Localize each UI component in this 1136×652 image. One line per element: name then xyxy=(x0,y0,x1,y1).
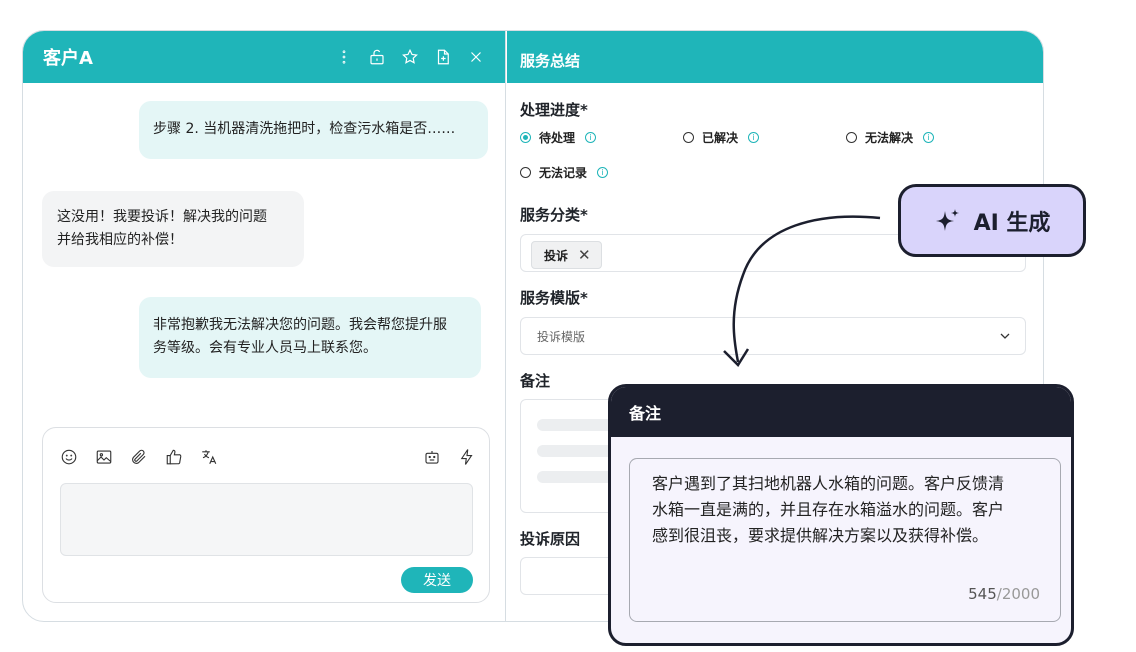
message-text-line: 非常抱歉我无法解决您的问题。我会帮您提升服 xyxy=(153,317,447,333)
note-text-line: 感到很沮丧，要求提供解决方案以及获得补偿。 xyxy=(652,526,989,545)
radio-label: 无法解决 xyxy=(865,131,914,145)
radio-label: 无法记录 xyxy=(539,166,588,180)
complaint-reason-label: 投诉原因 xyxy=(520,530,581,548)
char-max: /2000 xyxy=(996,585,1040,603)
progress-option-unrecordable[interactable]: 无法记录 i xyxy=(520,164,609,181)
notes-popup-title: 备注 xyxy=(611,387,1071,437)
info-icon[interactable]: i xyxy=(923,132,935,143)
customer-message: 这没用！我要投诉！解决我的问题 并给我相应的补偿！ xyxy=(42,191,304,267)
radio-unselected[interactable] xyxy=(846,132,857,143)
radio-unselected[interactable] xyxy=(683,132,694,143)
note-text-line: 水箱一直是满的，并且存在水箱溢水的问题。客户 xyxy=(652,500,1005,519)
send-button[interactable]: 发送 xyxy=(401,567,473,593)
agent-message-2: 非常抱歉我无法解决您的问题。我会帮您提升服 务等级。会有专业人员马上联系您。 xyxy=(139,297,481,378)
emoji-icon[interactable] xyxy=(58,446,80,468)
message-input[interactable] xyxy=(60,483,473,556)
template-select[interactable]: 投诉模版 xyxy=(520,317,1026,355)
progress-option-unresolvable[interactable]: 无法解决 i xyxy=(846,129,935,146)
radio-unselected[interactable] xyxy=(520,167,531,178)
message-text-line: 务等级。会有专业人员马上联系您。 xyxy=(153,340,377,356)
info-icon[interactable]: i xyxy=(585,132,597,143)
info-icon[interactable]: i xyxy=(748,132,760,143)
file-add-icon[interactable] xyxy=(432,46,454,68)
message-text-line: 并给我相应的补偿！ xyxy=(57,232,183,248)
close-icon[interactable] xyxy=(465,46,487,68)
info-icon[interactable]: i xyxy=(597,167,609,178)
thumbs-up-icon[interactable] xyxy=(163,446,185,468)
progress-option-resolved[interactable]: 已解决 i xyxy=(683,129,760,146)
chat-title: 客户A xyxy=(43,48,93,69)
sparkle-icon xyxy=(935,208,959,231)
notes-textarea[interactable]: 客户遇到了其扫地机器人水箱的问题。客户反馈清 水箱一直是满的，并且存在水箱溢水的… xyxy=(629,458,1061,622)
ai-button-label: AI 生成 xyxy=(973,210,1051,236)
category-label: 服务分类* xyxy=(520,206,588,224)
character-counter: 545/2000 xyxy=(968,581,1040,607)
message-text: 步骤 2. 当机器清洗拖把时，检查污水箱是否…… xyxy=(153,121,456,137)
more-vertical-icon[interactable] xyxy=(333,46,355,68)
chevron-down-icon xyxy=(1000,333,1010,339)
chat-panel: 客户A 步骤 2. 当机器清洗拖把时，检查污水箱是否…… 这没用！我要投诉！解决… xyxy=(23,31,506,621)
radio-selected[interactable] xyxy=(520,132,531,143)
notes-popup-card: 备注 客户遇到了其扫地机器人水箱的问题。客户反馈清 水箱一直是满的，并且存在水箱… xyxy=(608,384,1074,646)
progress-option-pending[interactable]: 待处理 i xyxy=(520,129,597,146)
translate-icon[interactable] xyxy=(198,446,220,468)
message-text-line: 这没用！我要投诉！解决我的问题 xyxy=(57,209,267,225)
tag-label: 投诉 xyxy=(544,248,569,263)
tag-remove-icon[interactable]: ✕ xyxy=(578,246,591,264)
attachment-icon[interactable] xyxy=(128,446,150,468)
message-composer: 发送 xyxy=(42,427,490,603)
star-icon[interactable] xyxy=(399,46,421,68)
template-value: 投诉模版 xyxy=(537,330,586,344)
category-tag: 投诉 ✕ xyxy=(531,241,602,269)
radio-label: 待处理 xyxy=(539,131,576,145)
lightning-icon[interactable] xyxy=(456,446,478,468)
notes-label: 备注 xyxy=(520,372,551,390)
radio-label: 已解决 xyxy=(702,131,739,145)
chat-header: 客户A xyxy=(23,31,505,83)
template-label: 服务模版* xyxy=(520,289,588,307)
agent-message-1: 步骤 2. 当机器清洗拖把时，检查污水箱是否…… xyxy=(139,101,488,159)
image-icon[interactable] xyxy=(93,446,115,468)
unlock-icon[interactable] xyxy=(366,46,388,68)
summary-header: 服务总结 xyxy=(507,31,1043,83)
progress-label: 处理进度* xyxy=(520,101,588,119)
note-text-line: 客户遇到了其扫地机器人水箱的问题。客户反馈清 xyxy=(652,474,1005,493)
robot-icon[interactable] xyxy=(421,446,443,468)
char-count: 545 xyxy=(968,585,997,603)
ai-generate-button[interactable]: AI 生成 xyxy=(898,184,1086,257)
